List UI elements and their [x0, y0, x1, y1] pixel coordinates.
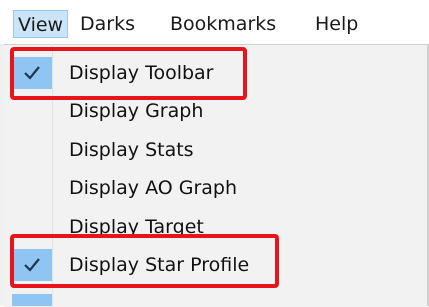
menu-item-display-ao-graph[interactable]: Display AO Graph: [12, 169, 429, 207]
next-item-check-indicator: [12, 294, 52, 306]
annotation-highlight-box: [10, 47, 247, 100]
menu-item-display-stats[interactable]: Display Stats: [12, 131, 429, 169]
annotation-highlight-box: [10, 234, 279, 288]
menu-darks[interactable]: Darks: [76, 10, 139, 38]
menu-help[interactable]: Help: [311, 10, 362, 38]
menu-item-label: Display AO Graph: [69, 177, 238, 199]
menu-bookmarks[interactable]: Bookmarks: [166, 10, 280, 38]
menu-bar: View Darks Bookmarks Help: [0, 0, 429, 44]
menu-item-label: Display Stats: [69, 139, 194, 161]
app-window: View Darks Bookmarks Help Display Toolba…: [0, 0, 429, 307]
menu-view[interactable]: View: [13, 10, 69, 38]
